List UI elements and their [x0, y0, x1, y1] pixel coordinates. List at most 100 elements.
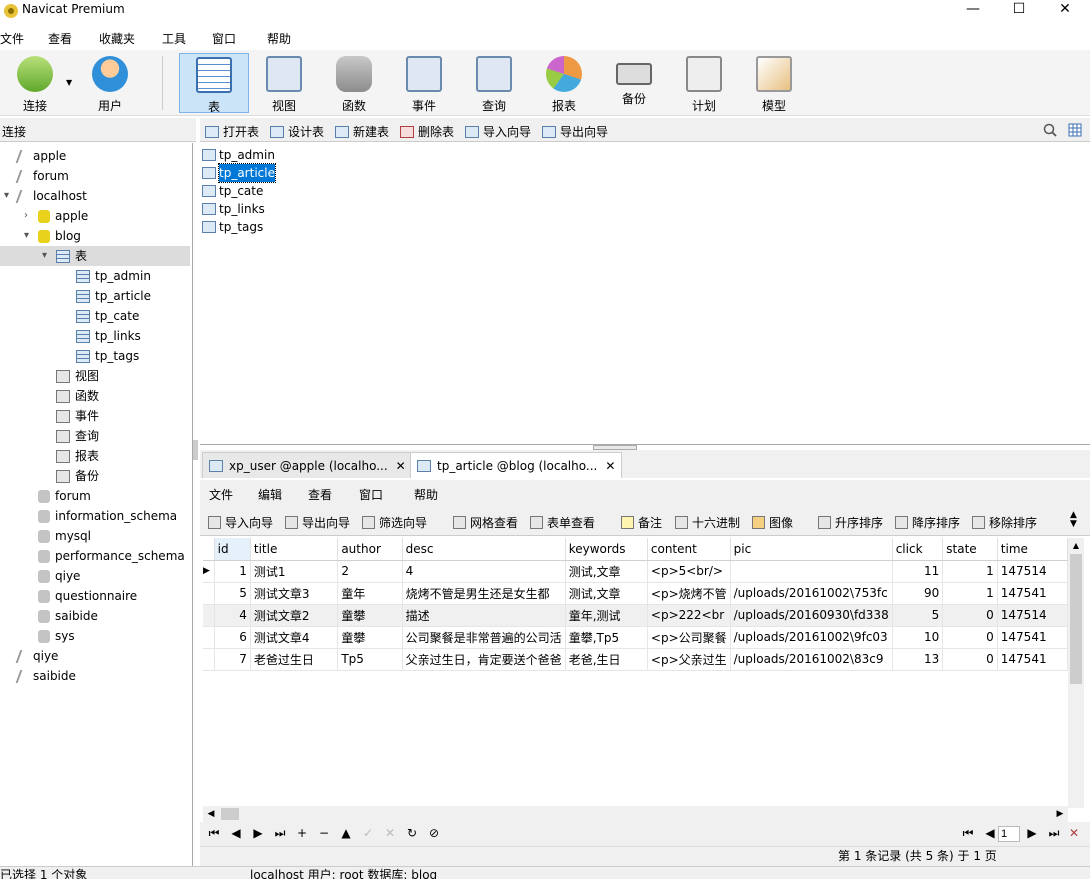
table-cell[interactable]: /uploads/20160930\fd338 [730, 604, 893, 627]
vertical-splitter-handle[interactable] [193, 440, 198, 460]
table-row[interactable]: 6 测试文章4 童攀 公司聚餐是非常普遍的公司活 童攀,Tp5 <p>公司聚餐/uploa… [203, 626, 1068, 649]
menu-window[interactable]: 窗口 [212, 30, 236, 47]
table-cell[interactable]: <p>父亲过生 [647, 648, 731, 671]
vertical-scrollbar[interactable]: ▲ [1068, 538, 1084, 808]
page-number-input[interactable] [998, 826, 1020, 842]
table-cell[interactable]: 童攀 [337, 604, 403, 627]
column-header[interactable]: keywords [565, 538, 648, 561]
close-tab-icon[interactable]: ✕ [396, 454, 406, 478]
sort-ascending-button[interactable]: 升序排序 [818, 514, 883, 531]
table-cell[interactable]: 测试文章4 [250, 626, 339, 649]
table-cell[interactable]: 0 [942, 648, 998, 671]
table-cell[interactable]: 童年,测试 [565, 604, 648, 627]
tree-item[interactable]: tp_tags [76, 346, 139, 366]
toolbar-function-button[interactable]: 函数 [319, 53, 389, 113]
toolbar-connect-button[interactable]: 连接 [0, 53, 70, 113]
delete-table-button[interactable]: 删除表 [400, 123, 454, 140]
table-cell[interactable]: 测试文章3 [250, 582, 339, 605]
prev-record-icon[interactable]: ◀ [228, 826, 244, 840]
row-indicator[interactable] [203, 626, 215, 649]
tree-item[interactable]: tp_article [76, 286, 151, 306]
column-header[interactable]: pic [730, 538, 893, 561]
tree-item[interactable]: 查询 [56, 426, 99, 446]
table-cell[interactable]: 测试,文章 [565, 582, 648, 605]
tree-item[interactable]: forum [15, 166, 69, 186]
table-row[interactable]: 7 老爸过生日 Tp5 父亲过生日，肯定要送个爸爸 老爸,生日 <p>父亲过生/uploa… [203, 648, 1068, 671]
close-window-button[interactable]: ✕ [1042, 0, 1088, 22]
grid-view-icon[interactable] [1068, 123, 1082, 137]
table-cell[interactable]: 测试文章2 [250, 604, 339, 627]
tree-item[interactable]: information_schema [38, 506, 177, 526]
column-header[interactable]: desc [402, 538, 566, 561]
stop-icon[interactable]: ⊘ [426, 826, 442, 840]
toolbar-event-button[interactable]: 事件 [389, 53, 459, 113]
toolbar-schedule-button[interactable]: 计划 [669, 53, 739, 113]
table-cell[interactable]: 烧烤不管是男生还是女生都 [402, 582, 566, 605]
menu-file[interactable]: 文件 [0, 30, 24, 47]
table-cell[interactable]: 5 [214, 582, 251, 605]
grid-export-wizard-button[interactable]: 导出向导 [285, 514, 350, 531]
table-row[interactable]: ▶ 1 测试1 2 4 测试,文章 <p>5<br/> 11 1 147514 [203, 560, 1068, 583]
table-cell[interactable]: 父亲过生日，肯定要送个爸爸 [402, 648, 566, 671]
search-icon[interactable] [1043, 123, 1057, 137]
toolbar-view-button[interactable]: 视图 [249, 53, 319, 113]
table-cell[interactable]: 4 [402, 560, 566, 583]
object-list-item[interactable]: tp_tags [202, 218, 263, 236]
tree-item[interactable]: 备份 [56, 466, 99, 486]
minimize-button[interactable]: — [950, 0, 996, 22]
page-settings-icon[interactable]: ✕ [1066, 826, 1082, 840]
scroll-right-icon[interactable]: ▶ [1052, 806, 1068, 822]
table-cell[interactable]: 童年 [337, 582, 403, 605]
scroll-thumb-horizontal[interactable] [221, 808, 239, 820]
column-header[interactable]: author [337, 538, 403, 561]
table-row[interactable]: 5 测试文章3 童年 烧烤不管是男生还是女生都 测试,文章 <p>烧烤不管/uploads… [203, 582, 1068, 605]
tree-item[interactable]: qiye [38, 566, 80, 586]
tree-item[interactable]: tp_admin [76, 266, 151, 286]
table-cell[interactable]: 10 [892, 626, 944, 649]
refresh-icon[interactable]: ↻ [404, 826, 420, 840]
table-cell[interactable]: <p>公司聚餐 [647, 626, 731, 649]
table-cell[interactable]: <p>222<br [647, 604, 731, 627]
object-list-item[interactable]: tp_cate [202, 182, 263, 200]
table-cell[interactable]: 11 [892, 560, 944, 583]
discard-icon[interactable]: ✕ [382, 826, 398, 840]
table-cell[interactable]: 147541 [997, 648, 1068, 671]
doc-menu-edit[interactable]: 编辑 [258, 486, 282, 503]
table-cell[interactable]: 90 [892, 582, 944, 605]
import-wizard-button[interactable]: 导入向导 [465, 123, 531, 140]
table-cell[interactable]: 童攀 [337, 626, 403, 649]
tree-item[interactable]: ▾ 表 [0, 246, 190, 266]
tree-item[interactable]: tp_cate [76, 306, 139, 326]
column-header[interactable]: state [942, 538, 998, 561]
sort-descending-button[interactable]: 降序排序 [895, 514, 960, 531]
export-wizard-button[interactable]: 导出向导 [542, 123, 608, 140]
doc-menu-file[interactable]: 文件 [209, 486, 233, 503]
next-page-icon[interactable]: ▶ [1024, 826, 1040, 840]
toolbar-overflow-icon[interactable]: ▲ ▼ [1070, 511, 1077, 529]
scroll-left-icon[interactable]: ◀ [203, 806, 219, 822]
row-indicator[interactable] [203, 604, 215, 627]
commit-icon[interactable]: ✓ [360, 826, 376, 840]
first-page-icon[interactable]: ⏮ [960, 826, 976, 841]
scroll-up-icon[interactable]: ▲ [1068, 538, 1084, 554]
column-header[interactable]: title [250, 538, 339, 561]
toolbar-user-button[interactable]: 用户 [75, 53, 145, 113]
doc-menu-window[interactable]: 窗口 [359, 486, 383, 503]
column-header[interactable]: content [647, 538, 731, 561]
tree-item[interactable]: sys [38, 626, 75, 646]
last-page-icon[interactable]: ⏭ [1046, 826, 1062, 841]
tree-item[interactable]: tp_links [76, 326, 141, 346]
object-list-item[interactable]: tp_admin [202, 146, 275, 164]
prev-page-icon[interactable]: ◀ [982, 826, 998, 840]
hex-button[interactable]: 十六进制 [675, 514, 740, 531]
filter-wizard-button[interactable]: 筛选向导 [362, 514, 427, 531]
table-cell[interactable]: 童攀,Tp5 [565, 626, 648, 649]
tree-item[interactable]: mysql [38, 526, 91, 546]
tree-item[interactable]: 视图 [56, 366, 99, 386]
tree-item[interactable]: 函数 [56, 386, 99, 406]
object-list-item[interactable]: tp_links [202, 200, 265, 218]
table-cell[interactable]: 老爸过生日 [250, 648, 339, 671]
toolbar-table-button[interactable]: 表 [179, 53, 249, 114]
column-header[interactable]: time [997, 538, 1068, 561]
table-cell[interactable] [730, 560, 893, 583]
